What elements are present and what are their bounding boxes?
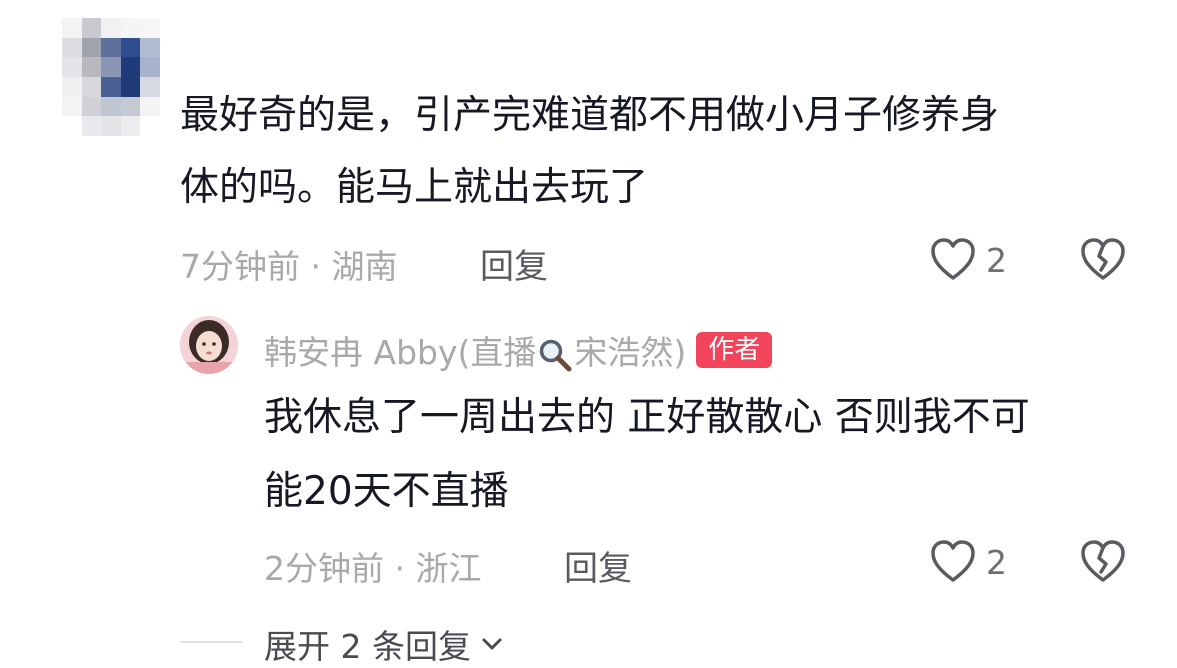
reply-text-line-1: 我休息了一周出去的 正好散散心 否则我不可	[264, 395, 1030, 440]
chevron-down-icon	[479, 631, 505, 657]
expand-replies-label: 展开 2 条回复	[264, 627, 471, 666]
heart-outline-icon[interactable]	[930, 238, 976, 282]
reply-time: 2分钟前	[264, 549, 384, 588]
comment-text-line-1: 最好奇的是，引产完难道都不用做小月子修养身	[180, 93, 1000, 138]
comment-like-count: 2	[986, 241, 1007, 280]
meta-separator: ·	[310, 247, 322, 286]
author-avatar[interactable]	[180, 316, 238, 374]
heart-outline-icon[interactable]	[930, 540, 976, 584]
meta-separator: ·	[394, 549, 406, 588]
author-badge: 作者	[696, 332, 773, 368]
reply-text-line-2: 能20天不直播	[264, 469, 509, 514]
reply-location: 浙江	[415, 549, 482, 588]
author-username[interactable]: 韩安冉 Abby(直播 宋浩然)	[264, 326, 686, 374]
commenter-avatar-pixelated[interactable]	[62, 18, 160, 136]
reply-like-count: 2	[986, 543, 1007, 582]
broken-heart-icon[interactable]	[1080, 238, 1126, 282]
comment-text-line-2: 体的吗。能马上就出去玩了	[180, 165, 649, 210]
reply-meta: 2分钟前 · 浙江	[264, 542, 482, 590]
expand-divider	[180, 641, 242, 643]
reply-header: 韩安冉 Abby(直播 宋浩然) 作者	[264, 326, 773, 374]
magnifier-icon	[538, 338, 572, 372]
reply-reply-button[interactable]: 回复	[564, 541, 632, 590]
comment-reply-button[interactable]: 回复	[480, 239, 548, 288]
comment-meta: 7分钟前 · 湖南	[180, 240, 398, 288]
comment-location: 湖南	[331, 247, 398, 286]
comment-time: 7分钟前	[180, 247, 300, 286]
broken-heart-icon[interactable]	[1080, 540, 1126, 584]
expand-replies-button[interactable]: 展开 2 条回复	[264, 620, 505, 668]
